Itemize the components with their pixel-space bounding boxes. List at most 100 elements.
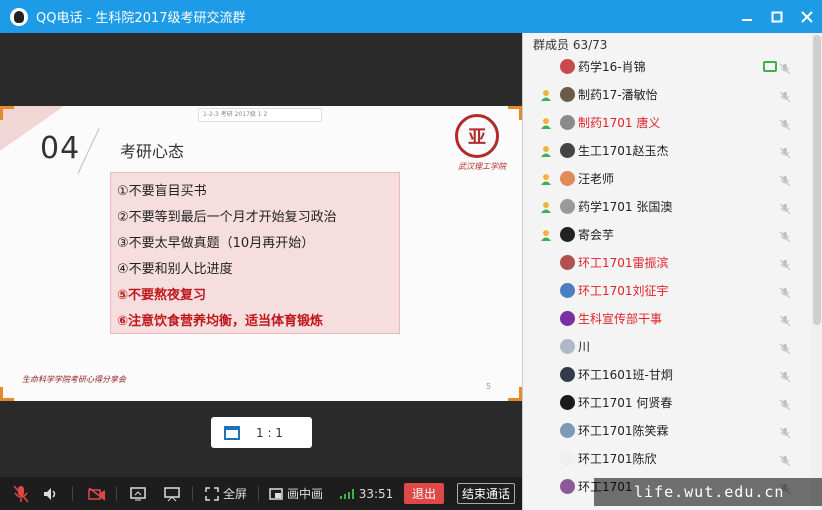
member-row[interactable]: 环工1701陈欣 <box>523 444 811 472</box>
speaker-button[interactable] <box>40 477 60 510</box>
member-count: 群成员 63/73 <box>533 38 608 52</box>
close-button[interactable] <box>794 0 820 33</box>
title-bar: QQ电话 - 生科院2017级考研交流群 <box>0 0 822 33</box>
member-row[interactable]: 制药1701 唐义 <box>523 108 811 136</box>
exit-button[interactable]: 退出 <box>400 477 448 510</box>
fullscreen-button[interactable]: 全屏 <box>202 477 250 510</box>
mic-muted-icon[interactable] <box>779 60 791 75</box>
maximize-icon <box>771 11 783 22</box>
camera-off-button[interactable] <box>86 477 108 510</box>
member-admin-icon <box>539 171 553 185</box>
toolbar-separator <box>192 486 193 501</box>
avatar <box>560 86 575 102</box>
slide-item: ④不要和别人比进度 <box>117 262 233 277</box>
slide-item: ⑤不要熬夜复习 <box>117 288 207 303</box>
member-row[interactable]: 环工1701陈笑霖 <box>523 416 811 444</box>
toolbar-separator <box>258 486 259 501</box>
member-row[interactable]: 环工1701雷振滨 <box>523 248 811 276</box>
mic-muted-icon[interactable] <box>779 256 791 271</box>
mic-muted-icon <box>13 485 29 502</box>
member-name: 生工1701赵玉杰 <box>578 143 669 158</box>
call-status: 33:51 <box>336 477 396 510</box>
shared-slide: 1-2-3 考研 2017级 1 2 04 考研心态 亚 武汉理工学院 ①不要盲… <box>0 106 522 401</box>
mic-muted-icon[interactable] <box>779 172 791 187</box>
mic-muted-button[interactable] <box>10 477 32 510</box>
member-name: 汪老师 <box>578 171 615 186</box>
member-name: 制药1701 唐义 <box>578 115 661 130</box>
member-row[interactable]: 寄会芋 <box>523 220 811 248</box>
slide-number: 04 <box>40 131 81 166</box>
share-frame-corner <box>0 106 14 120</box>
member-row[interactable]: 环工1601班-甘炯 <box>523 360 811 388</box>
avatar <box>560 478 575 494</box>
mic-muted-icon[interactable] <box>779 452 791 467</box>
scrollbar[interactable] <box>811 33 822 510</box>
member-row[interactable]: 生科宣传部干事 <box>523 304 811 332</box>
member-row[interactable]: 汪老师 <box>523 164 811 192</box>
avatar <box>560 422 575 438</box>
avatar <box>560 338 575 354</box>
member-row[interactable]: 生工1701赵玉杰 <box>523 136 811 164</box>
member-row[interactable]: 环工1701 何贤春 <box>523 388 811 416</box>
member-row[interactable]: 制药17-潘敏怡 <box>523 80 811 108</box>
avatar <box>560 282 575 298</box>
mic-muted-icon[interactable] <box>779 200 791 215</box>
window-title: QQ电话 - 生科院2017级考研交流群 <box>36 11 246 26</box>
pip-label: 画中画 <box>286 487 323 501</box>
member-row[interactable]: 药学1701 张国澳 <box>523 192 811 220</box>
screen-sharing-icon <box>763 60 777 72</box>
member-admin-icon <box>539 143 553 157</box>
mic-muted-icon[interactable] <box>779 312 791 327</box>
mic-muted-icon[interactable] <box>779 228 791 243</box>
watermark: life.wut.edu.cn <box>594 478 822 506</box>
member-admin-icon <box>539 199 553 213</box>
presentation-button[interactable] <box>162 477 182 510</box>
mic-muted-icon[interactable] <box>779 424 791 439</box>
member-panel: 群成员 63/73 药学16-肖锦 制药17-潘敏怡 制药1701 唐义 生工1701… <box>522 33 822 510</box>
ratio-button[interactable]: 1 : 1 <box>211 417 312 448</box>
close-icon <box>801 10 813 23</box>
member-row[interactable]: 药学16-肖锦 <box>523 52 811 80</box>
mic-muted-icon[interactable] <box>779 144 791 159</box>
video-area[interactable]: 1-2-3 考研 2017级 1 2 04 考研心态 亚 武汉理工学院 ①不要盲… <box>0 33 522 477</box>
toolbar-separator <box>72 486 73 501</box>
member-name: 药学16-肖锦 <box>578 59 646 74</box>
minimize-button[interactable] <box>734 0 760 33</box>
member-admin-icon <box>539 227 553 241</box>
member-admin-icon <box>539 87 553 101</box>
share-frame-corner <box>0 387 14 401</box>
end-call-label: 结束通话 <box>456 483 515 504</box>
member-name: 川 <box>578 339 591 354</box>
scrollbar-thumb[interactable] <box>813 35 821 325</box>
slide-footer: 生命科学学院考研心得分享会 <box>22 375 126 384</box>
mic-muted-icon[interactable] <box>779 88 791 103</box>
call-toolbar: 全屏 画中画 33:51 退出 结束通话 <box>0 477 522 510</box>
member-row[interactable]: 川 <box>523 332 811 360</box>
member-name: 环工1701 何贤春 <box>578 395 673 410</box>
member-name: 制药17-潘敏怡 <box>578 87 658 102</box>
mic-muted-icon[interactable] <box>779 396 791 411</box>
screen-share-icon <box>130 486 146 500</box>
avatar <box>560 226 575 242</box>
maximize-button[interactable] <box>764 0 790 33</box>
member-name: 寄会芋 <box>578 227 615 242</box>
pip-button[interactable]: 画中画 <box>266 477 326 510</box>
exit-label: 退出 <box>403 483 444 504</box>
mic-muted-icon[interactable] <box>779 340 791 355</box>
mic-muted-icon[interactable] <box>779 116 791 131</box>
avatar <box>560 310 575 326</box>
member-name: 环工1701雷振滨 <box>578 255 669 270</box>
fullscreen-label: 全屏 <box>222 487 247 501</box>
slide-content-box: ①不要盲目买书 ②不要等到最后一个月才开始复习政治 ③不要太早做真题（10月再开… <box>110 172 400 334</box>
avatar <box>560 170 575 186</box>
call-duration: 33:51 <box>358 486 394 501</box>
mic-muted-icon[interactable] <box>779 284 791 299</box>
mic-muted-icon[interactable] <box>779 368 791 383</box>
avatar <box>560 366 575 382</box>
member-admin-icon <box>539 115 553 129</box>
screen-share-button[interactable] <box>128 477 148 510</box>
member-row[interactable]: 环工1701刘征宇 <box>523 276 811 304</box>
avatar <box>560 394 575 410</box>
end-call-button[interactable]: 结束通话 <box>456 477 516 510</box>
member-name: 环工1601班-甘炯 <box>578 367 673 382</box>
